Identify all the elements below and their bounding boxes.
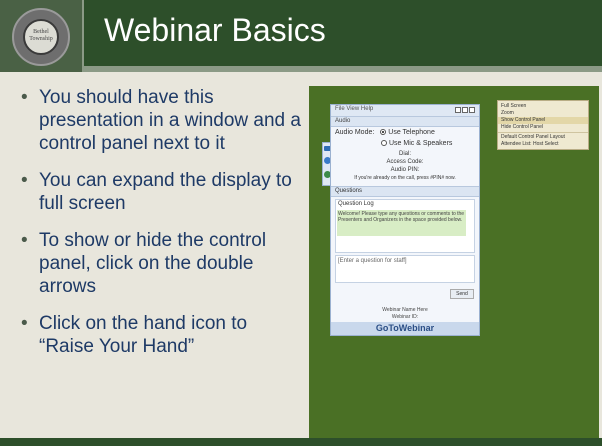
webinar-name: Webinar Name Here (382, 307, 428, 313)
access-code-label: Access Code: (386, 159, 424, 165)
questions-section-header[interactable]: Questions (331, 186, 479, 197)
gotowebinar-brand: GoToWebinar (331, 322, 479, 335)
view-menu: Full Screen Zoom Show Control Panel Hide… (497, 100, 589, 150)
bullet-text: You can expand the display to full scree… (39, 170, 292, 214)
menu-item[interactable]: Full Screen (501, 103, 585, 110)
question-input[interactable]: [Enter a question for staff] (335, 255, 475, 283)
mic-option-label: Use Mic & Speakers (389, 140, 453, 147)
webinar-control-panel: File View Help Audio Audio Mode: Use Tel… (330, 104, 480, 336)
header-stripe (0, 66, 602, 72)
menu-item[interactable]: Default Control Panel Layout (501, 134, 585, 141)
mic-speakers-radio[interactable] (381, 140, 387, 147)
question-log: Question Log Welcome! Please type any qu… (335, 199, 475, 253)
bullet-item: • To show or hide the control panel, clic… (14, 229, 304, 298)
bullet-text: You should have this presentation in a w… (39, 87, 301, 154)
slide-title: Webinar Basics (104, 12, 326, 48)
logo-box: Bethel Township (0, 0, 84, 72)
bullet-item: • You should have this presentation in a … (14, 86, 304, 155)
bullet-dot: • (21, 170, 28, 191)
webinar-footer: Webinar Name Here Webinar ID: (331, 307, 479, 321)
send-button[interactable]: Send (450, 289, 474, 299)
dial-label: Dial: (398, 151, 411, 157)
bullet-item: • You can expand the display to full scre… (14, 169, 304, 215)
close-icon[interactable] (469, 107, 475, 113)
bullet-dot: • (21, 313, 28, 334)
question-log-label: Question Log (338, 201, 374, 207)
bullet-text: Click on the hand icon to “Raise Your Ha… (39, 313, 248, 357)
window-titlebar: File View Help (331, 105, 479, 117)
menu-item[interactable]: Attendee List: Host Select (501, 141, 585, 148)
question-log-message: Welcome! Please type any questions or co… (337, 210, 466, 236)
menu-item[interactable]: Hide Control Panel (501, 124, 585, 131)
menu-item[interactable]: Show Control Panel (498, 117, 588, 124)
seal-inner: Bethel Township (23, 19, 59, 55)
maximize-icon[interactable] (462, 107, 468, 113)
window-menu[interactable]: File View Help (335, 106, 373, 112)
bullet-dot: • (21, 87, 28, 108)
audio-note: If you're already on the call, press #PI… (354, 175, 456, 181)
bullet-dot: • (21, 230, 28, 251)
telephone-radio[interactable] (380, 129, 387, 136)
bullet-list: • You should have this presentation in a … (14, 86, 304, 372)
audio-pin-label: Audio PIN: (390, 167, 420, 173)
township-seal-logo: Bethel Township (12, 8, 70, 66)
bullet-text: To show or hide the control panel, click… (39, 230, 267, 297)
slide: Bethel Township Webinar Basics • You shou… (0, 0, 602, 446)
brand-text: GoToWebinar (375, 323, 435, 333)
bullet-item: • Click on the hand icon to “Raise Your H… (14, 312, 304, 358)
menu-separator (498, 132, 588, 133)
audio-info: Dial: Access Code: Audio PIN: If you're … (331, 149, 479, 183)
header-divider (82, 0, 84, 72)
audio-mode-row: Audio Mode: Use Telephone (331, 127, 479, 138)
minimize-icon[interactable] (455, 107, 461, 113)
webinar-id: Webinar ID: (391, 314, 419, 320)
menu-item[interactable]: Zoom (501, 110, 585, 117)
footer-bar (0, 438, 602, 446)
telephone-option-label: Use Telephone (388, 129, 435, 136)
audio-section-header[interactable]: Audio (331, 117, 479, 127)
audio-mode-label: Audio Mode: (335, 129, 375, 136)
window-controls[interactable] (454, 107, 476, 114)
audio-mic-row: Use Mic & Speakers (331, 138, 479, 149)
